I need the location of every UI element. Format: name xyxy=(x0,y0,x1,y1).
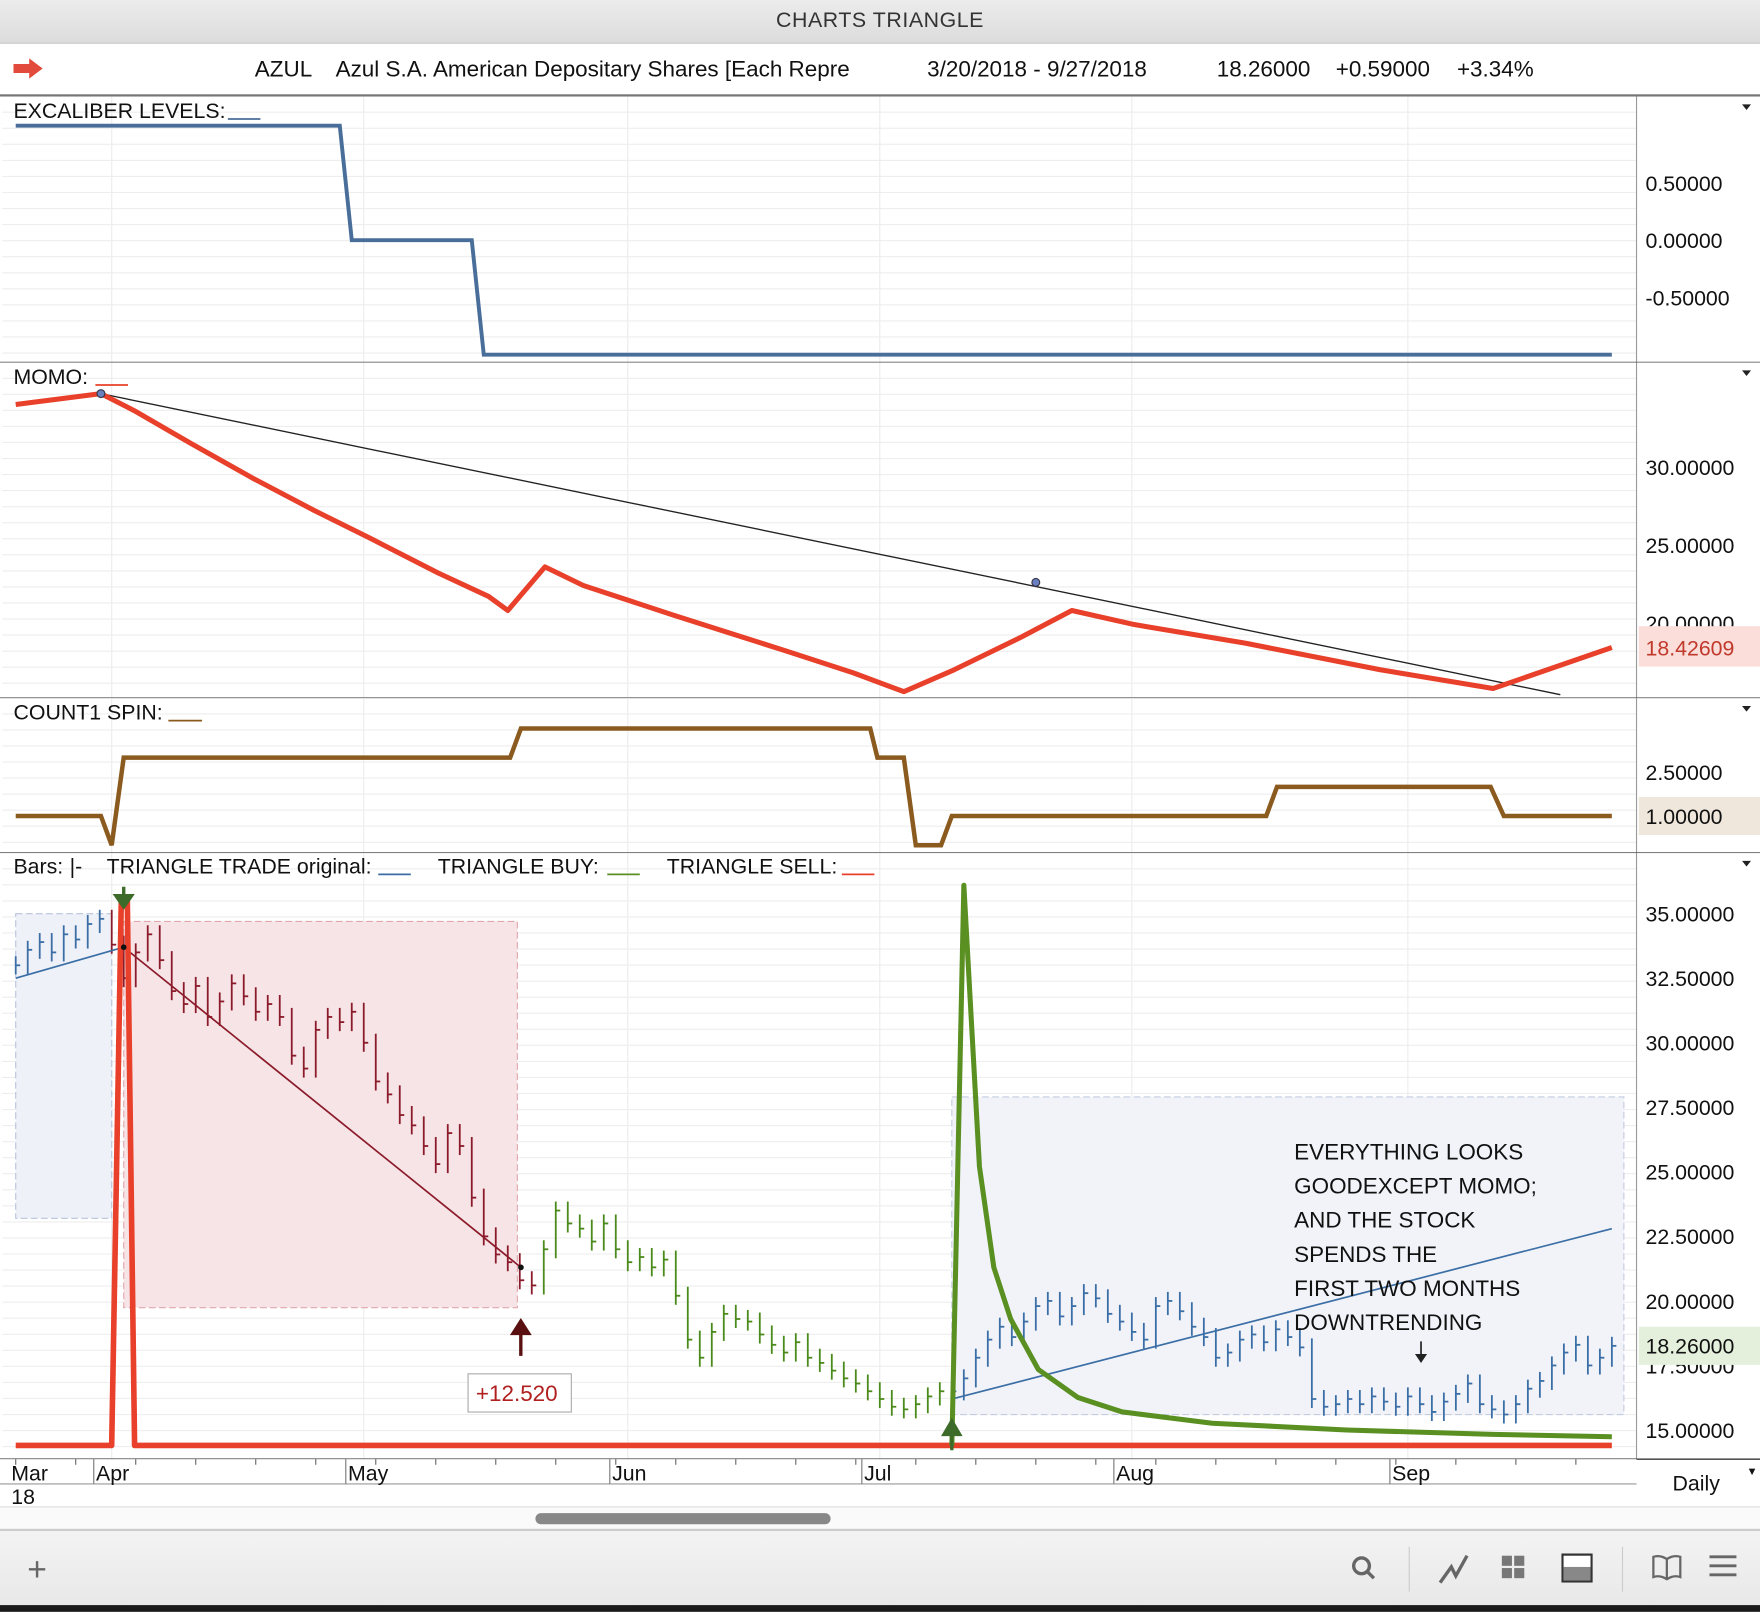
date-range: 3/20/2018 - 9/27/2018 xyxy=(927,57,1147,82)
x-axis-year-label: 18 xyxy=(11,1485,35,1506)
y-axis-tick-label: 25.00000 xyxy=(1646,1161,1735,1185)
chart-area[interactable]: 0.50000 0.00000 -0.50000 30.00000 25.00000 20… xyxy=(0,96,1760,1507)
x-axis-month-label: May xyxy=(348,1462,389,1486)
bottom-toolbar: + xyxy=(0,1528,1760,1608)
window-title: CHARTS TRIANGLE xyxy=(0,0,1760,44)
y-axis-tick-label: 22.50000 xyxy=(1646,1225,1735,1249)
y-axis-tick-label: 25.00000 xyxy=(1646,534,1735,558)
chart-annotation-line: FIRST TWO MONTHS xyxy=(1294,1276,1520,1301)
periodicity-select[interactable]: Daily ▼ xyxy=(1672,1466,1757,1498)
chart-header: AZUL Azul S.A. American Depositary Share… xyxy=(0,43,1760,98)
trade-result-label: +12.520 xyxy=(476,1381,558,1406)
chart-annotation-line: SPENDS THE xyxy=(1294,1242,1437,1267)
grid-icon[interactable] xyxy=(1496,1553,1530,1587)
line-chart-icon[interactable] xyxy=(1437,1553,1471,1587)
price-last-value: 18.26000 xyxy=(1646,1335,1735,1359)
bars-legend-symbol: |- xyxy=(70,854,83,878)
sell-zone-box xyxy=(123,920,518,1309)
chart-annotation-line: AND THE STOCK xyxy=(1294,1208,1475,1233)
momo-legend-label: MOMO: xyxy=(13,365,88,389)
x-axis-month-label: Aug xyxy=(1116,1462,1154,1486)
y-axis-tick-label: 0.00000 xyxy=(1646,229,1723,253)
menu-icon[interactable] xyxy=(1706,1553,1740,1587)
dropdown-icon: ▼ xyxy=(1746,1465,1758,1479)
add-icon[interactable]: + xyxy=(20,1553,54,1587)
periodicity-label: Daily xyxy=(1672,1472,1720,1497)
legend-label: TRIANGLE SELL: xyxy=(667,854,838,878)
x-axis-month-label: Sep xyxy=(1392,1462,1430,1486)
x-axis-month-label: Mar xyxy=(11,1462,48,1486)
trendline-pivot-point xyxy=(96,389,106,399)
trade-exit-point xyxy=(518,1264,524,1271)
search-icon[interactable] xyxy=(1347,1553,1381,1587)
y-axis-tick-label: 35.00000 xyxy=(1646,903,1735,927)
y-axis-tick-label: 27.50000 xyxy=(1646,1096,1735,1120)
scrollbar-thumb[interactable] xyxy=(535,1513,831,1525)
bars-legend-label: Bars: xyxy=(13,854,63,878)
security-name: Azul S.A. American Depositary Shares [Ea… xyxy=(335,57,850,82)
x-axis-month-label: Apr xyxy=(96,1462,129,1486)
chart-annotation-line: EVERYTHING LOOKS xyxy=(1294,1139,1523,1164)
y-axis-tick-label: 2.50000 xyxy=(1646,761,1723,785)
trade-entry-point xyxy=(120,944,127,951)
legend-label: TRIANGLE TRADE original: xyxy=(107,854,372,878)
horizontal-scrollbar[interactable] xyxy=(0,1506,1760,1530)
count1-last-value: 1.00000 xyxy=(1646,805,1723,829)
excaliber-legend-label: EXCALIBER LEVELS: xyxy=(13,99,225,123)
momo-last-value: 18.42609 xyxy=(1646,636,1735,660)
trendline-pivot-point xyxy=(1031,577,1041,587)
y-axis-tick-label: 30.00000 xyxy=(1646,1032,1735,1056)
symbol: AZUL xyxy=(254,57,313,82)
y-axis-tick-label: 20.00000 xyxy=(1646,1290,1735,1314)
price-change-pct: +3.34% xyxy=(1456,57,1534,82)
red-arrow-icon[interactable] xyxy=(13,58,43,79)
y-axis-tick-label: 0.50000 xyxy=(1646,172,1723,196)
price-change: +0.59000 xyxy=(1335,57,1430,82)
x-axis-month-label: Jun xyxy=(612,1462,646,1486)
chart-annotation-line: GOODEXCEPT MOMO; xyxy=(1294,1174,1537,1199)
x-axis xyxy=(0,1459,1637,1507)
last-price: 18.26000 xyxy=(1216,57,1311,82)
x-axis-month-label: Jul xyxy=(864,1462,891,1486)
y-axis-tick-label: -0.50000 xyxy=(1646,286,1730,310)
count1-legend-label: COUNT1 SPIN: xyxy=(13,700,162,724)
book-icon[interactable] xyxy=(1650,1553,1684,1587)
y-axis-tick-label: 15.00000 xyxy=(1646,1419,1735,1443)
panel-layout-icon[interactable] xyxy=(1560,1553,1594,1587)
window-bottom-edge xyxy=(0,1605,1760,1612)
y-axis-tick-label: 32.50000 xyxy=(1646,967,1735,991)
legend-label: TRIANGLE BUY: xyxy=(438,854,599,878)
chart-annotation-line: DOWNTRENDING xyxy=(1294,1310,1482,1335)
y-axis-tick-label: 30.00000 xyxy=(1646,456,1735,480)
